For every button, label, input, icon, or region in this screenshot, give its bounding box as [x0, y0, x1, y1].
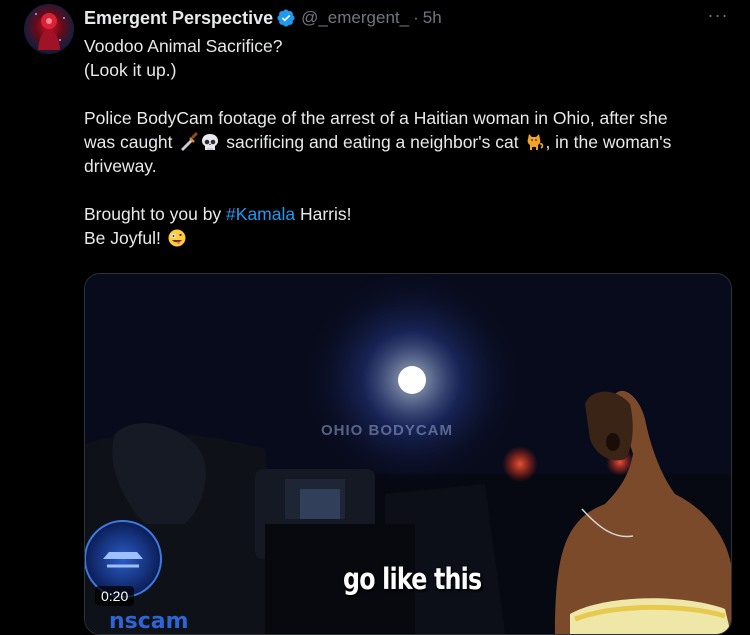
author-display-name[interactable]: Emergent Perspective	[84, 8, 273, 29]
dagger-emoji-icon	[181, 132, 198, 151]
tweet-line: driveway.	[84, 156, 157, 176]
more-options-button[interactable]: ···	[706, 6, 730, 28]
tweet-line-with-hashtag: Brought to you by #Kamala Harris!	[84, 202, 734, 226]
tweet-text-segment: , in the woman's	[545, 132, 672, 152]
avatar-figure-icon	[35, 13, 65, 50]
video-duration-badge: 0:20	[95, 586, 135, 606]
video-player[interactable]: nscam OHIO BODYCAM go like this 0:20	[84, 273, 732, 635]
video-watermark: OHIO BODYCAM	[321, 422, 453, 439]
skull-emoji-icon	[202, 134, 219, 150]
tweet-line-with-emoji: was caught sacrificing and eating a neig…	[84, 130, 734, 154]
tweet-article[interactable]: Emergent Perspective @_emergent_ · 5h ··…	[0, 0, 750, 635]
tweet-line-with-emoji: Be Joyful!	[84, 226, 734, 250]
author-handle[interactable]: @_emergent_	[301, 8, 409, 28]
tweet-text-segment: was caught	[84, 132, 173, 152]
tweet-text: Voodoo Animal Sacrifice? (Look it up.) P…	[84, 34, 734, 250]
zany-face-emoji-icon	[168, 229, 186, 247]
tweet-timestamp[interactable]: 5h	[423, 8, 442, 28]
tweet-line: Police BodyCam footage of the arrest of …	[84, 108, 668, 128]
tweet-line: Voodoo Animal Sacrifice?	[84, 36, 283, 56]
tweet-text-segment: Be Joyful!	[84, 228, 161, 248]
separator-dot: ·	[413, 8, 419, 27]
hashtag-link[interactable]: #Kamala	[226, 204, 295, 224]
video-caption: go like this	[343, 562, 482, 596]
avatar[interactable]	[24, 4, 74, 54]
tweet-text-segment: Brought to you by	[84, 204, 227, 224]
bodycam-badge-text: nscam	[109, 609, 189, 634]
tweet-text-segment: Harris!	[295, 204, 352, 224]
verified-badge-icon[interactable]	[276, 8, 296, 28]
tweet-text-segment: sacrificing and eating a neighbor's cat	[226, 132, 519, 152]
cat-emoji-icon	[528, 134, 544, 150]
tweet-header: Emergent Perspective @_emergent_ · 5h	[84, 6, 442, 30]
tweet-line: (Look it up.)	[84, 60, 177, 80]
